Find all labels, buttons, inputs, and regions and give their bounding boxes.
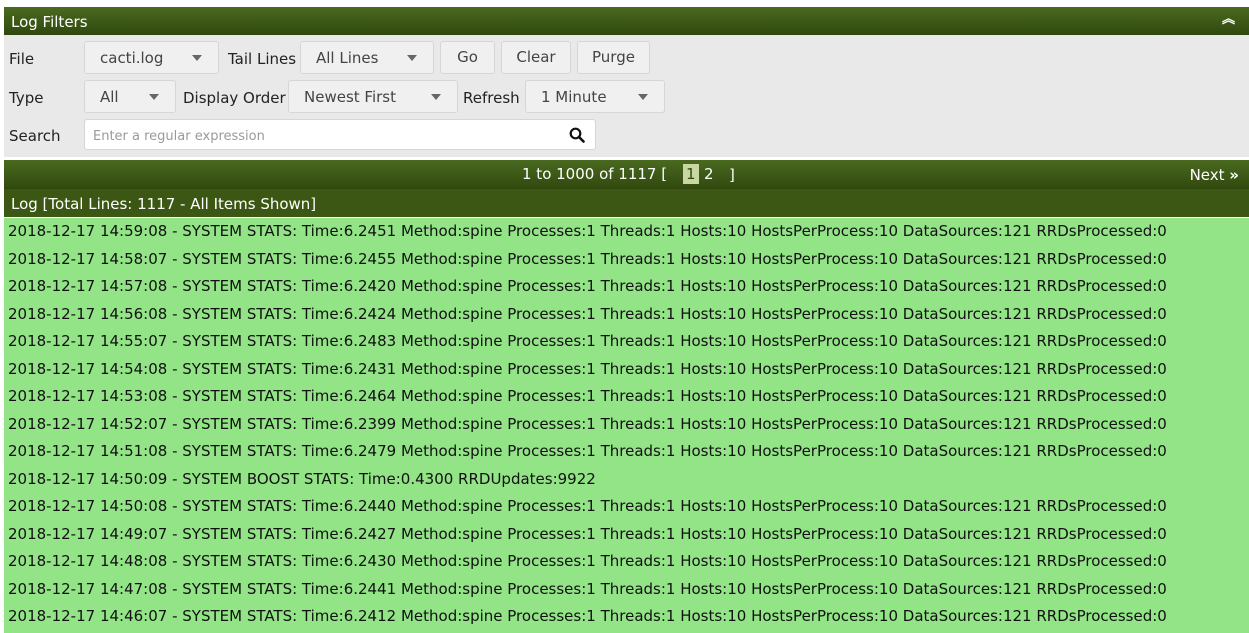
- type-label: Type: [9, 89, 44, 107]
- chevron-down-icon: [407, 55, 417, 61]
- log-line: 2018-12-17 14:54:08 - SYSTEM STATS: Time…: [8, 359, 1167, 378]
- pagination-bar: 1 to 1000 of 1117 [ 1 2 ] Next »: [4, 160, 1249, 189]
- log-line: 2018-12-17 14:49:07 - SYSTEM STATS: Time…: [8, 524, 1167, 543]
- display-order-select[interactable]: Newest First: [288, 80, 458, 113]
- refresh-label: Refresh: [463, 89, 520, 107]
- log-filters-header: Log Filters ︽: [4, 7, 1249, 35]
- double-chevron-up-icon[interactable]: ︽: [1222, 12, 1235, 28]
- log-line: 2018-12-17 14:55:07 - SYSTEM STATS: Time…: [8, 332, 1167, 350]
- log-filters-panel: File cacti.log Tail Lines All Lines Go C…: [4, 35, 1249, 157]
- log-list: 2018-12-17 14:59:08 - SYSTEM STATS: Time…: [4, 218, 1249, 633]
- log-line: 2018-12-17 14:46:07 - SYSTEM STATS: Time…: [8, 607, 1167, 625]
- tail-lines-value: All Lines: [316, 49, 379, 67]
- chevron-down-icon: [192, 55, 202, 61]
- log-title: Log [Total Lines: 1117 - All Items Shown…: [11, 195, 317, 213]
- log-line: 2018-12-17 14:53:08 - SYSTEM STATS: Time…: [8, 387, 1167, 405]
- tail-lines-select[interactable]: All Lines: [300, 41, 434, 74]
- log-filters-title: Log Filters: [11, 13, 88, 31]
- chevron-down-icon: [149, 94, 159, 100]
- page-link-2[interactable]: 2: [701, 164, 717, 184]
- type-select[interactable]: All: [84, 80, 176, 113]
- log-line: 2018-12-17 14:58:07 - SYSTEM STATS: Time…: [8, 249, 1167, 268]
- chevron-down-icon: [638, 94, 648, 100]
- search-box: [84, 119, 596, 150]
- file-select-value: cacti.log: [100, 49, 164, 67]
- log-line: 2018-12-17 14:47:08 - SYSTEM STATS: Time…: [8, 579, 1167, 598]
- next-label: Next: [1189, 166, 1225, 184]
- pagination-range: 1 to 1000 of 1117 [: [522, 165, 668, 183]
- log-line: 2018-12-17 14:48:08 - SYSTEM STATS: Time…: [8, 552, 1167, 570]
- log-header: Log [Total Lines: 1117 - All Items Shown…: [4, 189, 1249, 217]
- file-label: File: [9, 50, 35, 68]
- log-line: 2018-12-17 14:56:08 - SYSTEM STATS: Time…: [8, 304, 1167, 323]
- search-icon[interactable]: [569, 127, 585, 143]
- pagination-close-bracket: ]: [729, 166, 735, 184]
- log-line: 2018-12-17 14:51:08 - SYSTEM STATS: Time…: [8, 442, 1167, 460]
- tail-lines-label: Tail Lines: [228, 50, 297, 68]
- page-link-1[interactable]: 1: [683, 164, 699, 184]
- display-order-value: Newest First: [304, 88, 396, 106]
- log-line: 2018-12-17 14:50:09 - SYSTEM BOOST STATS…: [8, 469, 596, 488]
- double-chevron-right-icon: »: [1229, 166, 1239, 184]
- refresh-select-value: 1 Minute: [541, 88, 607, 106]
- type-select-value: All: [100, 88, 119, 106]
- chevron-down-icon: [431, 94, 441, 100]
- display-order-label: Display Order: [183, 89, 286, 107]
- search-label: Search: [9, 127, 61, 145]
- log-line: 2018-12-17 14:52:07 - SYSTEM STATS: Time…: [8, 414, 1167, 433]
- purge-button[interactable]: Purge: [577, 41, 650, 74]
- clear-button[interactable]: Clear: [501, 41, 571, 74]
- next-page-link[interactable]: Next »: [1190, 166, 1239, 184]
- search-input[interactable]: [91, 125, 555, 147]
- file-select[interactable]: cacti.log: [84, 41, 219, 74]
- go-button[interactable]: Go: [440, 41, 495, 74]
- log-line: 2018-12-17 14:57:08 - SYSTEM STATS: Time…: [8, 277, 1167, 295]
- log-line: 2018-12-17 14:59:08 - SYSTEM STATS: Time…: [8, 222, 1167, 240]
- refresh-select[interactable]: 1 Minute: [525, 80, 665, 113]
- log-line: 2018-12-17 14:50:08 - SYSTEM STATS: Time…: [8, 497, 1167, 515]
